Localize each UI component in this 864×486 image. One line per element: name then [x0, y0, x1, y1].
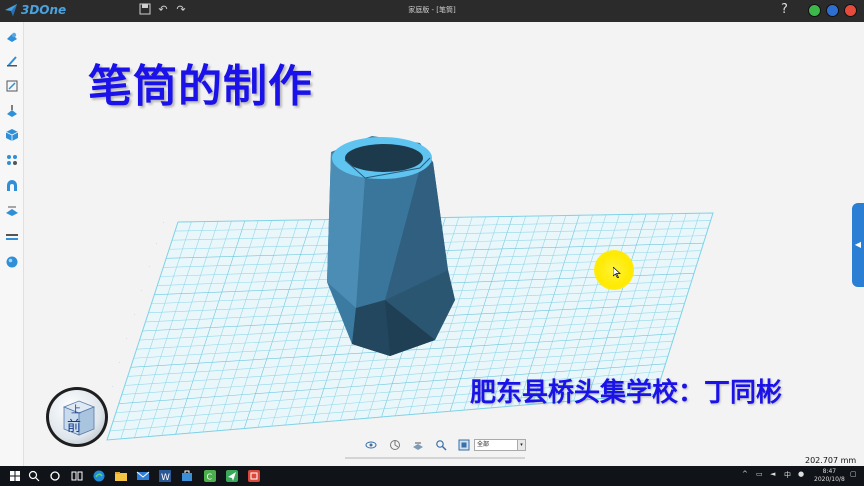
3done-icon[interactable]: [225, 469, 239, 483]
windows-taskbar: W C ^ ▭ ◄ 中 ● 8:47 2020/10/8 ▢: [0, 466, 864, 486]
svg-text:W: W: [161, 473, 170, 483]
taskbar-time: 8:47: [822, 468, 837, 475]
svg-text:·: ·: [141, 288, 142, 293]
input-method-icon[interactable]: 中: [784, 470, 791, 480]
taskbar-clock[interactable]: 8:47 2020/10/8: [814, 468, 845, 484]
pen-holder-model[interactable]: [327, 136, 455, 356]
mail-icon[interactable]: [136, 469, 150, 483]
view-toolbar-divider: [345, 457, 525, 459]
cortana-icon[interactable]: [48, 469, 62, 483]
page-heading: 笔筒的制作: [88, 61, 313, 112]
store-icon[interactable]: [180, 469, 194, 483]
dimension-readout: 202.707 mm: [805, 456, 857, 465]
windows-start-icon[interactable]: [8, 469, 22, 483]
svg-text:·: ·: [126, 336, 127, 341]
svg-text:·: ·: [134, 312, 135, 317]
render-mode-icon[interactable]: [412, 439, 424, 451]
chevron-left-icon: ◀: [854, 240, 862, 249]
right-panel-toggle[interactable]: ◀: [852, 203, 864, 287]
search-icon[interactable]: [27, 469, 41, 483]
file-explorer-icon[interactable]: [114, 469, 128, 483]
recorder-icon[interactable]: [247, 469, 261, 483]
svg-text:·: ·: [119, 360, 120, 365]
mouse-cursor-icon: [613, 267, 621, 278]
tray-chevron-icon[interactable]: ^: [742, 470, 748, 478]
eye-icon[interactable]: [365, 439, 377, 451]
notification-icon[interactable]: ▢: [850, 470, 857, 478]
word-icon[interactable]: W: [158, 469, 172, 483]
task-view-icon[interactable]: [70, 469, 84, 483]
cube-top-label: 上: [71, 405, 81, 416]
volume-icon[interactable]: ◄: [770, 470, 775, 478]
view-cube[interactable]: 上 前: [46, 387, 108, 447]
taskbar-date: 2020/10/8: [814, 476, 845, 483]
security-icon[interactable]: ●: [798, 470, 804, 478]
view-toolbar: 全部 ▾: [362, 437, 532, 453]
camtasia-icon[interactable]: C: [203, 469, 217, 483]
svg-text:C: C: [207, 473, 213, 482]
filter-select[interactable]: 全部 ▾: [474, 439, 526, 451]
fit-view-icon[interactable]: [458, 439, 470, 451]
network-icon[interactable]: ▭: [756, 470, 763, 478]
edge-icon[interactable]: [92, 469, 106, 483]
svg-text:·: ·: [112, 384, 113, 389]
svg-text:·: ·: [163, 220, 164, 225]
svg-text:·: ·: [149, 264, 150, 269]
zoom-icon[interactable]: [435, 439, 447, 451]
filter-select-value: 全部: [477, 441, 490, 448]
chevron-down-icon: ▾: [517, 440, 525, 450]
author-caption: 肥东县桥头集学校：丁同彬: [470, 378, 783, 408]
view-icon[interactable]: [389, 439, 401, 451]
svg-text:·: ·: [156, 241, 157, 246]
cube-front-label: 前: [67, 419, 81, 435]
